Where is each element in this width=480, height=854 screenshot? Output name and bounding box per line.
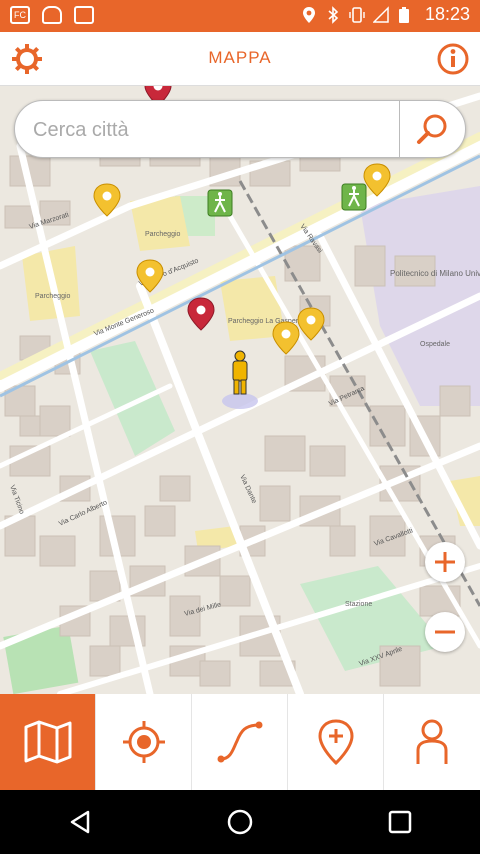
map-canvas[interactable]: Via Marzorati Via Salvo d'Acquisto Via C… — [0, 86, 480, 694]
zoom-in-button[interactable] — [425, 542, 465, 582]
back-icon — [70, 810, 90, 834]
minus-icon — [435, 630, 455, 634]
fc-notification-icon: FC — [10, 6, 30, 24]
tool-locate[interactable] — [96, 694, 192, 790]
location-pin-icon — [302, 6, 315, 23]
zoom-out-button[interactable] — [425, 612, 465, 652]
bottom-toolbar — [0, 694, 480, 790]
android-icon — [42, 6, 62, 24]
recents-icon — [388, 810, 412, 834]
street-label: Via Dante — [238, 474, 257, 505]
park-area — [90, 341, 175, 456]
tool-profile[interactable] — [384, 694, 480, 790]
route-icon — [217, 721, 262, 763]
clipboard-check-icon — [74, 6, 94, 24]
tool-map[interactable] — [0, 694, 96, 790]
status-left-icons: FC — [10, 6, 94, 24]
bluetooth-icon — [328, 5, 339, 24]
tool-add-place[interactable] — [288, 694, 384, 790]
add-place-icon — [317, 719, 354, 766]
locate-icon — [122, 721, 165, 763]
poi-label: Ospedale — [420, 341, 450, 348]
tool-route[interactable] — [192, 694, 288, 790]
search-icon[interactable] — [407, 109, 457, 149]
search-input[interactable] — [33, 113, 393, 147]
nav-recents-button[interactable] — [370, 797, 430, 847]
poi-label: Parcheggio — [35, 293, 71, 300]
yellow-poi-pin[interactable] — [272, 321, 300, 355]
campus-area — [360, 186, 480, 406]
search-bar — [14, 100, 466, 158]
home-icon — [227, 809, 253, 835]
poi-label: Politecnico di Milano Università dell'In… — [390, 269, 480, 278]
app-bar: MAPPA — [0, 32, 480, 86]
nav-home-button[interactable] — [210, 797, 270, 847]
poi-label: Parcheggio — [145, 231, 181, 238]
user-location-marker[interactable] — [222, 350, 258, 409]
hiking-poi-pin[interactable] — [207, 189, 233, 217]
hiking-poi-pin[interactable] — [341, 183, 367, 211]
profile-icon — [416, 719, 448, 764]
status-right-icons: 18:23 — [301, 4, 470, 25]
page-title: MAPPA — [208, 48, 272, 67]
pegman-icon — [232, 350, 248, 395]
red-poi-pin[interactable] — [187, 297, 215, 331]
no-signal-icon — [372, 5, 389, 23]
map-icon — [24, 720, 71, 764]
search-divider — [399, 101, 400, 157]
poi-label: Stazione — [345, 601, 372, 608]
system-nav-bar — [0, 790, 480, 854]
vibrate-icon — [349, 6, 365, 23]
status-time: 18:23 — [424, 4, 470, 24]
map-view[interactable]: Via Marzorati Via Salvo d'Acquisto Via C… — [0, 86, 480, 694]
info-icon[interactable] — [436, 42, 470, 76]
street-label: Via Ticino — [8, 484, 25, 515]
plus-icon — [435, 552, 455, 572]
status-bar: FC 18:23 — [0, 0, 480, 32]
battery-icon — [398, 6, 409, 23]
nav-back-button[interactable] — [50, 797, 110, 847]
